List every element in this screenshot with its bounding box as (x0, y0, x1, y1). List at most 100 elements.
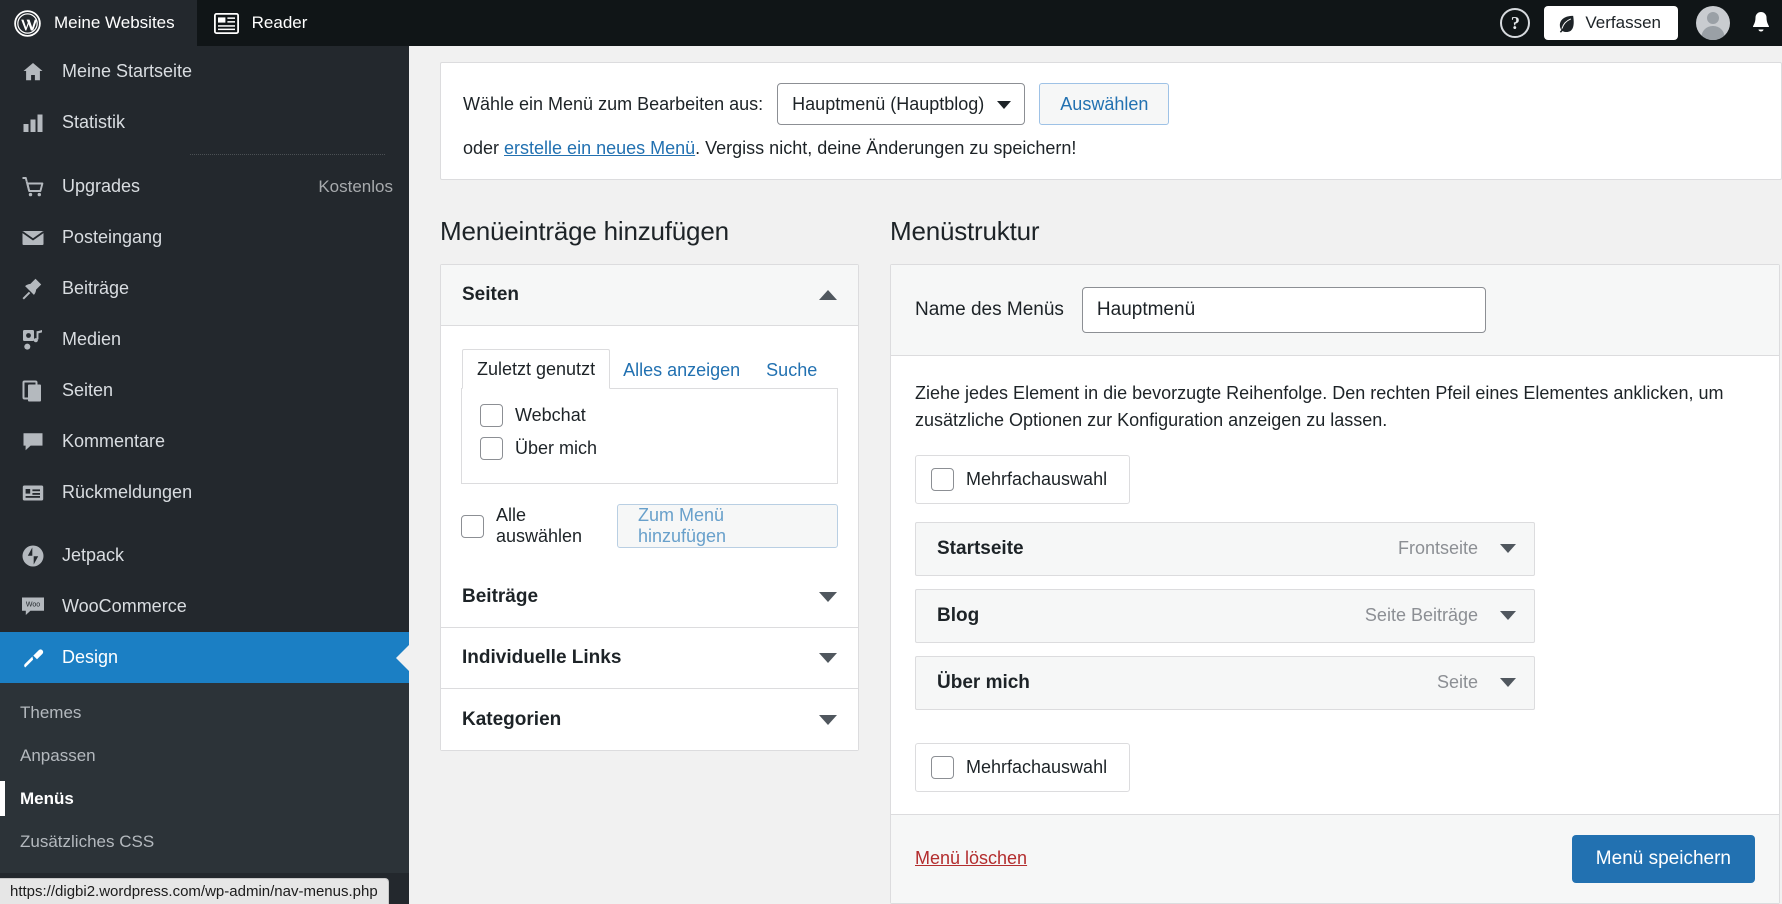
page-checkbox-row[interactable]: Webchat (480, 404, 819, 427)
sidebar-item-rueckmeldungen[interactable]: Rückmeldungen (0, 467, 409, 518)
chevron-down-icon (819, 714, 837, 725)
add-menu-items-column: Menüeinträge hinzufügen Seiten Zuletzt g… (440, 216, 859, 751)
sidebar-item-medien[interactable]: Medien (0, 314, 409, 365)
sidebar-item-woocommerce[interactable]: Woo WooCommerce (0, 581, 409, 632)
tab-label: Suche (766, 360, 818, 380)
sidebar-item-posteingang[interactable]: Posteingang (0, 212, 409, 263)
sidebar-item-beitraege[interactable]: Beiträge (0, 263, 409, 314)
envelope-icon (20, 225, 46, 251)
create-menu-suffix: . Vergiss nicht, deine Änderungen zu spe… (695, 138, 1077, 158)
sidebar-item-label: Seiten (62, 380, 114, 400)
sidebar-item-seiten[interactable]: Seiten (0, 365, 409, 416)
chevron-down-icon[interactable] (1500, 678, 1516, 688)
sidebar-subitem-label: Menüs (20, 788, 74, 808)
current-page-marker (0, 781, 5, 816)
accordion-header-beitraege[interactable]: Beiträge (441, 567, 858, 628)
sidebar-item-jetpack[interactable]: Jetpack (0, 530, 409, 581)
checkbox-ueber-mich[interactable] (480, 437, 503, 460)
tab-suche[interactable]: Suche (753, 351, 830, 389)
menu-item-title: Über mich (937, 671, 1030, 693)
sidebar-item-design[interactable]: Design (0, 632, 409, 683)
bulk-select-label: Mehrfachauswahl (966, 468, 1108, 489)
chevron-down-icon[interactable] (1500, 544, 1516, 554)
home-icon (20, 59, 46, 85)
tab-alles-anzeigen[interactable]: Alles anzeigen (610, 351, 753, 389)
select-menu-button[interactable]: Auswählen (1039, 83, 1170, 125)
delete-menu-link[interactable]: Menü löschen (915, 848, 1027, 869)
accordion-header-individuelle-links[interactable]: Individuelle Links (441, 628, 858, 689)
sidebar-item-upgrades[interactable]: Upgrades Kostenlos (0, 161, 409, 212)
menu-select-value: Hauptmenü (Hauptblog) (792, 93, 985, 114)
masterbar-my-sites-label: Meine Websites (54, 13, 175, 32)
sidebar-subitem-label: Themes (20, 702, 82, 722)
menu-item-row[interactable]: Startseite Frontseite (915, 521, 1535, 576)
avatar[interactable] (1696, 6, 1730, 40)
checkbox-select-all[interactable] (461, 514, 484, 538)
chevron-down-icon (819, 592, 837, 602)
checkbox-bulk-select-bottom[interactable] (931, 755, 954, 779)
sidebar-item-meine-startseite[interactable]: Meine Startseite (0, 46, 409, 97)
bell-icon[interactable] (1748, 10, 1774, 37)
sidebar-item-label: Rückmeldungen (62, 482, 193, 502)
checkbox-webchat[interactable] (480, 404, 503, 427)
sidebar-item-label: Posteingang (62, 227, 163, 247)
menu-name-input[interactable] (1081, 287, 1486, 333)
masterbar-reader[interactable]: Reader (197, 0, 325, 46)
sidebar-item-statistik[interactable]: Statistik (0, 97, 409, 148)
sidebar-subitem-anpassen[interactable]: Anpassen (0, 734, 409, 777)
accordion-header-seiten[interactable]: Seiten (441, 265, 858, 326)
menu-select-dropdown[interactable]: Hauptmenü (Hauptblog) (777, 83, 1026, 125)
sidebar-item-label: Medien (62, 329, 122, 349)
menu-item-title: Blog (937, 604, 980, 626)
select-all-row[interactable]: Alle auswählen (461, 505, 617, 547)
menu-item-type: Seite Beiträge (1364, 605, 1478, 626)
pin-icon (20, 276, 46, 302)
tab-label: Alles anzeigen (623, 360, 741, 380)
create-new-menu-link[interactable]: erstelle ein neues Menü (504, 138, 695, 158)
menu-editor-columns: Menüeinträge hinzufügen Seiten Zuletzt g… (440, 216, 1782, 904)
tab-zuletzt-genutzt[interactable]: Zuletzt genutzt (462, 349, 611, 389)
save-menu-button[interactable]: Menü speichern (1571, 834, 1755, 883)
sidebar: Meine Startseite Statistik Upgrades Kost… (0, 46, 409, 904)
menu-select-notice: Wähle ein Menü zum Bearbeiten aus: Haupt… (440, 62, 1782, 180)
sidebar-item-kommentare[interactable]: Kommentare (0, 416, 409, 467)
add-to-menu-button[interactable]: Zum Menü hinzufügen (616, 504, 838, 548)
add-items-accordion: Seiten Zuletzt genutzt Alles anzeigen Su… (440, 264, 859, 751)
sidebar-divider (190, 154, 385, 155)
pages-icon (20, 378, 46, 404)
accordion-header-label: Beiträge (462, 586, 539, 607)
chevron-down-icon[interactable] (1500, 611, 1516, 621)
menu-item-row[interactable]: Blog Seite Beiträge (915, 588, 1535, 643)
sidebar-item-label: Beiträge (62, 278, 130, 298)
bulk-select-top[interactable]: Mehrfachauswahl (915, 454, 1131, 504)
menu-item-type: Frontseite (1397, 538, 1478, 559)
reader-icon (213, 12, 239, 34)
main-content: Wähle ein Menü zum Bearbeiten aus: Haupt… (409, 46, 1782, 904)
seiten-tabs: Zuletzt genutzt Alles anzeigen Suche (461, 348, 838, 389)
help-icon[interactable]: ? (1500, 8, 1531, 38)
menu-select-prompt: Wähle ein Menü zum Bearbeiten aus: (463, 93, 764, 114)
page-checkbox-row[interactable]: Über mich (480, 437, 819, 460)
compose-button[interactable]: Verfassen (1544, 6, 1678, 40)
checkbox-bulk-select-top[interactable] (931, 467, 954, 491)
sidebar-subitem-menues[interactable]: Menüs (0, 777, 409, 820)
sidebar-subitem-themes[interactable]: Themes (0, 691, 409, 734)
jetpack-icon (20, 543, 46, 569)
bulk-select-bottom[interactable]: Mehrfachauswahl (915, 742, 1131, 792)
leaf-icon (1560, 15, 1575, 33)
sidebar-item-badge: Kostenlos (318, 176, 393, 196)
menu-structure-footer: Menü löschen Menü speichern (891, 813, 1779, 903)
menu-item-title: Startseite (937, 537, 1024, 559)
add-to-menu-button-label: Zum Menü hinzufügen (637, 505, 727, 546)
seiten-panel-actions: Alle auswählen Zum Menü hinzufügen (461, 504, 838, 548)
menu-select-row: Wähle ein Menü zum Bearbeiten aus: Haupt… (463, 83, 1759, 125)
page-label: Webchat (515, 405, 586, 425)
menu-item-row[interactable]: Über mich Seite (915, 655, 1535, 710)
page-label: Über mich (515, 438, 598, 458)
masterbar-my-sites[interactable]: Meine Websites (0, 0, 197, 46)
sidebar-subitem-zusaetzliches-css[interactable]: Zusätzliches CSS (0, 820, 409, 863)
media-icon (20, 327, 46, 353)
sidebar-item-label: Jetpack (62, 545, 125, 565)
accordion-header-kategorien[interactable]: Kategorien (441, 689, 858, 750)
